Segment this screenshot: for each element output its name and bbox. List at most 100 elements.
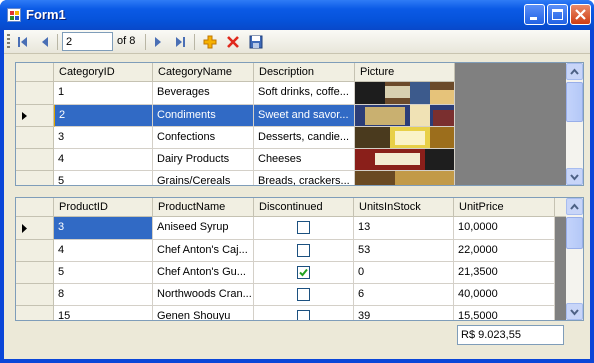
categories-grid[interactable]: CategoryID CategoryName Description Pict… bbox=[15, 62, 584, 186]
unit-price-cell[interactable]: 22,0000 bbox=[454, 240, 555, 262]
move-first-button[interactable] bbox=[14, 33, 32, 51]
category-id-cell[interactable]: 5 bbox=[54, 171, 153, 185]
row-header[interactable] bbox=[16, 284, 54, 306]
product-name-cell[interactable]: Northwoods Cran... bbox=[153, 284, 254, 306]
discontinued-cell[interactable] bbox=[254, 217, 354, 240]
position-input[interactable] bbox=[62, 32, 113, 51]
category-name-cell[interactable]: Beverages bbox=[153, 82, 254, 105]
delete-button[interactable] bbox=[224, 33, 242, 51]
discontinued-cell[interactable] bbox=[254, 262, 354, 284]
column-header-unitprice[interactable]: UnitPrice bbox=[454, 198, 555, 217]
grid-corner-header[interactable] bbox=[16, 198, 54, 217]
discontinued-cell[interactable] bbox=[254, 306, 354, 320]
row-header[interactable] bbox=[16, 240, 54, 262]
minimize-button[interactable] bbox=[524, 4, 545, 25]
category-name-cell[interactable]: Confections bbox=[153, 127, 254, 149]
product-name-cell[interactable]: Chef Anton's Gu... bbox=[153, 262, 254, 284]
products-vertical-scrollbar[interactable] bbox=[566, 198, 583, 320]
category-id-cell[interactable]: 3 bbox=[54, 127, 153, 149]
category-picture-cell[interactable] bbox=[355, 127, 455, 149]
product-id-cell[interactable]: 8 bbox=[54, 284, 153, 306]
product-name-cell[interactable]: Aniseed Syrup bbox=[153, 217, 254, 240]
scroll-up-button[interactable] bbox=[566, 198, 583, 215]
unit-price-cell[interactable]: 40,0000 bbox=[454, 284, 555, 306]
product-id-cell[interactable]: 4 bbox=[54, 240, 153, 262]
discontinued-checkbox-checked[interactable] bbox=[297, 266, 310, 279]
save-button[interactable] bbox=[247, 33, 265, 51]
column-header-discontinued[interactable]: Discontinued bbox=[254, 198, 354, 217]
title-bar[interactable]: Form1 bbox=[0, 0, 594, 30]
column-header-categoryname[interactable]: CategoryName bbox=[153, 63, 254, 82]
column-header-unitsinstock[interactable]: UnitsInStock bbox=[354, 198, 454, 217]
category-description-cell[interactable]: Soft drinks, coffe... bbox=[254, 82, 355, 105]
toolstrip-grip[interactable] bbox=[7, 34, 10, 50]
category-picture-cell[interactable] bbox=[355, 149, 455, 171]
discontinued-cell[interactable] bbox=[254, 284, 354, 306]
move-next-button[interactable] bbox=[149, 33, 167, 51]
grid-corner-header[interactable] bbox=[16, 63, 54, 82]
move-first-icon bbox=[18, 37, 27, 47]
category-description-cell[interactable]: Sweet and savor... bbox=[254, 105, 355, 127]
unit-price-cell[interactable]: 15,5000 bbox=[454, 306, 555, 320]
scroll-down-button[interactable] bbox=[566, 168, 583, 185]
category-id-cell[interactable]: 4 bbox=[54, 149, 153, 171]
row-header[interactable] bbox=[16, 306, 54, 320]
category-id-cell[interactable]: 1 bbox=[54, 82, 153, 105]
scroll-thumb[interactable] bbox=[566, 217, 583, 249]
row-header[interactable] bbox=[16, 127, 54, 149]
discontinued-checkbox[interactable] bbox=[297, 221, 310, 234]
category-picture-image bbox=[355, 127, 454, 148]
category-description-cell[interactable]: Desserts, candie... bbox=[254, 127, 355, 149]
products-grid[interactable]: ProductID ProductName Discontinued Units… bbox=[15, 197, 584, 321]
column-header-productname[interactable]: ProductName bbox=[153, 198, 254, 217]
close-window-button[interactable] bbox=[570, 4, 591, 25]
add-new-button[interactable] bbox=[201, 33, 219, 51]
row-header-current[interactable] bbox=[16, 217, 54, 240]
scroll-up-button[interactable] bbox=[566, 63, 583, 80]
units-in-stock-cell[interactable]: 0 bbox=[354, 262, 454, 284]
current-row-arrow-icon bbox=[22, 112, 27, 120]
move-last-button[interactable] bbox=[171, 33, 189, 51]
product-name-cell[interactable]: Chef Anton's Caj... bbox=[153, 240, 254, 262]
units-in-stock-cell[interactable]: 39 bbox=[354, 306, 454, 320]
move-previous-button[interactable] bbox=[36, 33, 54, 51]
scroll-thumb[interactable] bbox=[566, 82, 583, 122]
category-name-cell[interactable]: Grains/Cereals bbox=[153, 171, 254, 185]
row-header-current[interactable] bbox=[16, 105, 54, 127]
category-picture-cell[interactable] bbox=[355, 171, 455, 185]
category-picture-cell[interactable] bbox=[355, 105, 455, 127]
column-header-picture[interactable]: Picture bbox=[355, 63, 455, 82]
category-description-cell[interactable]: Breads, crackers... bbox=[254, 171, 355, 185]
maximize-button[interactable] bbox=[547, 4, 568, 25]
column-header-categoryid[interactable]: CategoryID bbox=[54, 63, 153, 82]
category-name-cell[interactable]: Condiments bbox=[153, 105, 254, 127]
discontinued-cell[interactable] bbox=[254, 240, 354, 262]
product-id-cell[interactable]: 15 bbox=[54, 306, 153, 320]
product-id-cell[interactable]: 3 bbox=[54, 217, 153, 240]
row-header[interactable] bbox=[16, 262, 54, 284]
category-picture-image bbox=[355, 105, 454, 126]
unit-price-cell[interactable]: 10,0000 bbox=[454, 217, 555, 240]
row-header[interactable] bbox=[16, 82, 54, 105]
column-header-productid[interactable]: ProductID bbox=[54, 198, 153, 217]
unit-price-cell[interactable]: 21,3500 bbox=[454, 262, 555, 284]
discontinued-checkbox[interactable] bbox=[297, 288, 310, 301]
scroll-down-button[interactable] bbox=[566, 303, 583, 320]
form-icon bbox=[7, 8, 21, 22]
row-header[interactable] bbox=[16, 171, 54, 185]
units-in-stock-cell[interactable]: 53 bbox=[354, 240, 454, 262]
units-in-stock-cell[interactable]: 6 bbox=[354, 284, 454, 306]
column-header-description[interactable]: Description bbox=[254, 63, 355, 82]
total-value-textbox[interactable]: R$ 9.023,55 bbox=[457, 325, 564, 345]
category-picture-cell[interactable] bbox=[355, 82, 455, 105]
category-name-cell[interactable]: Dairy Products bbox=[153, 149, 254, 171]
category-description-cell[interactable]: Cheeses bbox=[254, 149, 355, 171]
units-in-stock-cell[interactable]: 13 bbox=[354, 217, 454, 240]
categories-vertical-scrollbar[interactable] bbox=[566, 63, 583, 185]
row-header[interactable] bbox=[16, 149, 54, 171]
discontinued-checkbox[interactable] bbox=[297, 244, 310, 257]
product-id-cell[interactable]: 5 bbox=[54, 262, 153, 284]
category-id-cell[interactable]: 2 bbox=[54, 105, 153, 127]
product-name-cell[interactable]: Genen Shouyu bbox=[153, 306, 254, 320]
discontinued-checkbox[interactable] bbox=[297, 310, 310, 320]
